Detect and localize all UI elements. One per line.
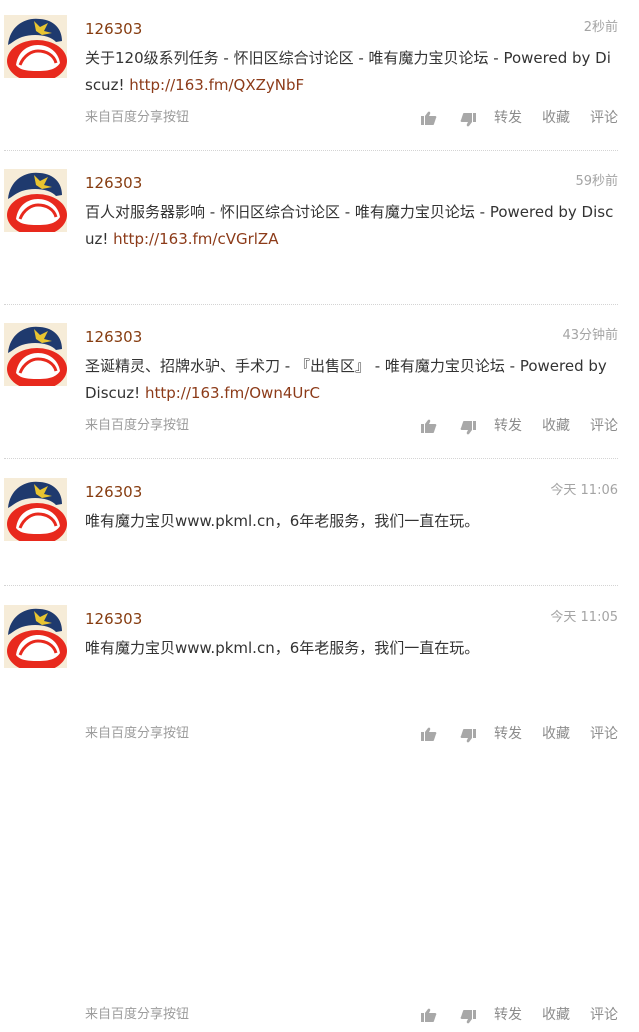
feed-divider bbox=[4, 150, 618, 151]
avatar-mascot-icon bbox=[4, 169, 67, 232]
dislike-button[interactable] bbox=[460, 1010, 476, 1032]
post-short-link[interactable]: http://163.fm/cVGrlZA bbox=[113, 230, 278, 248]
post-actions: 来自百度分享按钮 转发 收藏 评论 bbox=[85, 1004, 618, 1026]
post-actions: 来自百度分享按钮 转发 收藏 评论 bbox=[85, 107, 618, 129]
avatar[interactable] bbox=[4, 478, 67, 541]
post-content: 唯有魔力宝贝www.pkml.cn，6年老服务，我们一直在玩。 bbox=[85, 635, 615, 662]
post-timestamp[interactable]: 今天 11:06 bbox=[550, 481, 618, 501]
avatar[interactable] bbox=[4, 323, 67, 386]
avatar[interactable] bbox=[4, 15, 67, 78]
post-source-link[interactable]: 来自百度分享按钮 bbox=[85, 1004, 189, 1026]
post-content: 百人对服务器影响 - 怀旧区综合讨论区 - 唯有魔力宝贝论坛 - Powered… bbox=[85, 199, 615, 253]
username-link[interactable]: 126303 bbox=[85, 19, 142, 39]
thumbs-up-icon bbox=[421, 1008, 437, 1022]
feed-divider bbox=[4, 458, 618, 459]
thumbs-down-icon bbox=[460, 113, 476, 127]
post-short-link[interactable]: http://163.fm/Own4UrC bbox=[145, 384, 320, 402]
like-button[interactable] bbox=[421, 111, 437, 133]
repost-button[interactable]: 转发 bbox=[494, 1004, 522, 1026]
avatar[interactable] bbox=[4, 169, 67, 232]
thumbs-up-icon bbox=[421, 111, 437, 125]
favorite-button[interactable]: 收藏 bbox=[542, 1004, 570, 1026]
post-content: 圣诞精灵、招牌水驴、手术刀 - 『出售区』 - 唯有魔力宝贝论坛 - Power… bbox=[85, 353, 615, 407]
feed-item: 126303 43分钟前 圣诞精灵、招牌水驴、手术刀 - 『出售区』 - 唯有魔… bbox=[0, 308, 639, 743]
post-source-link[interactable]: 来自百度分享按钮 bbox=[85, 107, 189, 129]
feed-divider bbox=[4, 304, 618, 305]
feed-item: 126303 今天 11:05 唯有魔力宝贝www.pkml.cn，6年老服务，… bbox=[0, 590, 639, 744]
avatar-mascot-icon bbox=[4, 478, 67, 541]
avatar-mascot-icon bbox=[4, 15, 67, 78]
thumbs-down-icon bbox=[460, 1010, 476, 1024]
avatar-mascot-icon bbox=[4, 605, 67, 668]
comment-button[interactable]: 评论 bbox=[590, 1004, 618, 1026]
post-timestamp[interactable]: 2秒前 bbox=[584, 18, 618, 38]
username-link[interactable]: 126303 bbox=[85, 482, 142, 502]
feed-item: 126303 2秒前 关于120级系列任务 - 怀旧区综合讨论区 - 唯有魔力宝… bbox=[0, 0, 639, 154]
post-timestamp[interactable]: 59秒前 bbox=[575, 172, 618, 192]
username-link[interactable]: 126303 bbox=[85, 327, 142, 347]
username-link[interactable]: 126303 bbox=[85, 173, 142, 193]
favorite-button[interactable]: 收藏 bbox=[542, 107, 570, 129]
post-timestamp[interactable]: 今天 11:05 bbox=[550, 608, 618, 628]
post-text: 唯有魔力宝贝www.pkml.cn，6年老服务，我们一直在玩。 bbox=[85, 639, 480, 657]
post-timestamp[interactable]: 43分钟前 bbox=[562, 326, 618, 346]
avatar-mascot-icon bbox=[4, 323, 67, 386]
username-link[interactable]: 126303 bbox=[85, 609, 142, 629]
like-button[interactable] bbox=[421, 1008, 437, 1030]
repost-button[interactable]: 转发 bbox=[494, 107, 522, 129]
post-content: 唯有魔力宝贝www.pkml.cn，6年老服务，我们一直在玩。 bbox=[85, 508, 615, 535]
feed-item: 126303 59秒前 百人对服务器影响 - 怀旧区综合讨论区 - 唯有魔力宝贝… bbox=[0, 154, 639, 435]
post-short-link[interactable]: http://163.fm/QXZyNbF bbox=[129, 76, 304, 94]
post-content: 关于120级系列任务 - 怀旧区综合讨论区 - 唯有魔力宝贝论坛 - Power… bbox=[85, 45, 615, 99]
feed-divider bbox=[4, 585, 618, 586]
avatar[interactable] bbox=[4, 605, 67, 668]
post-text: 唯有魔力宝贝www.pkml.cn，6年老服务，我们一直在玩。 bbox=[85, 512, 480, 530]
comment-button[interactable]: 评论 bbox=[590, 107, 618, 129]
dislike-button[interactable] bbox=[460, 113, 476, 135]
